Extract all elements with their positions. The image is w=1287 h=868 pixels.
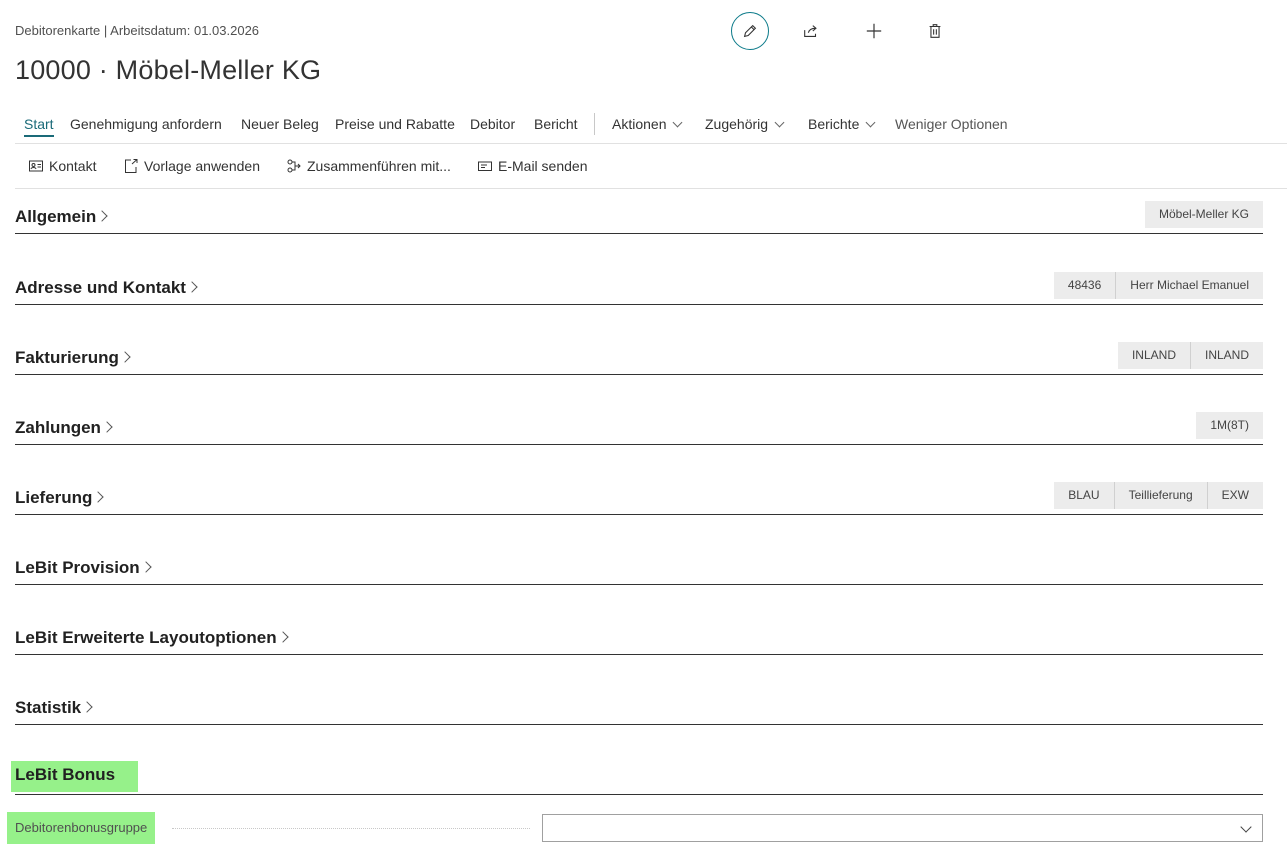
- section-title: Adresse und Kontakt: [15, 278, 186, 297]
- section-lieferung: Lieferung BLAU Teillieferung EXW: [15, 482, 1263, 515]
- section-adresse-kontakt-header[interactable]: Adresse und Kontakt: [15, 278, 198, 298]
- edit-button[interactable]: [731, 12, 769, 50]
- summary-badge: BLAU: [1054, 482, 1114, 509]
- chevron-down-icon: [673, 117, 683, 128]
- menu-divider: [594, 113, 595, 135]
- section-title: Allgemein: [15, 207, 97, 226]
- section-title: LeBit Provision: [15, 558, 140, 577]
- chevron-right-icon: [186, 281, 198, 293]
- chevron-down-icon: [1240, 821, 1252, 833]
- menu-zugehoerig[interactable]: Zugehörig: [705, 116, 785, 132]
- section-allgemein: Allgemein Möbel-Meller KG: [15, 201, 1263, 234]
- contact-icon: [29, 160, 43, 172]
- email-senden-button[interactable]: E-Mail senden: [477, 158, 588, 174]
- vorlage-anwenden-label: Vorlage anwenden: [144, 158, 260, 174]
- section-badges: INLAND INLAND: [1117, 342, 1263, 369]
- merge-icon: [287, 159, 301, 173]
- kontakt-label: Kontakt: [49, 158, 97, 174]
- email-icon: [478, 161, 492, 171]
- chevron-down-icon: [865, 117, 876, 128]
- section-badges: 48436 Herr Michael Emanuel: [1053, 272, 1263, 299]
- delete-button[interactable]: [916, 12, 954, 50]
- breadcrumb: Debitorenkarte | Arbeitsdatum: 01.03.202…: [15, 23, 260, 38]
- menu-start[interactable]: Start: [24, 116, 54, 137]
- section-lieferung-header[interactable]: Lieferung: [15, 488, 105, 508]
- action-menu: Start Genehmigung anfordern Neuer Beleg …: [15, 110, 1287, 144]
- menu-debitor[interactable]: Debitor: [470, 116, 515, 132]
- summary-badge: 48436: [1053, 272, 1116, 299]
- share-button[interactable]: [792, 12, 830, 50]
- section-lebit-provision-header[interactable]: LeBit Provision: [15, 558, 152, 578]
- summary-badge: INLAND: [1117, 342, 1190, 369]
- chevron-right-icon: [140, 561, 152, 573]
- menu-berichte-label: Berichte: [808, 116, 860, 132]
- section-title: Fakturierung: [15, 348, 119, 367]
- share-icon: [804, 25, 817, 37]
- summary-badge: 1M(8T): [1196, 412, 1263, 439]
- section-allgemein-header[interactable]: Allgemein: [15, 207, 108, 227]
- summary-badge: Möbel-Meller KG: [1144, 201, 1263, 228]
- section-lebit-provision: LeBit Provision: [15, 555, 1263, 585]
- summary-badge: EXW: [1206, 482, 1263, 509]
- chevron-down-icon: [774, 117, 785, 128]
- section-badges: Möbel-Meller KG: [1144, 201, 1263, 228]
- section-zahlungen: Zahlungen 1M(8T): [15, 412, 1263, 445]
- section-adresse-kontakt: Adresse und Kontakt 48436 Herr Michael E…: [15, 272, 1263, 305]
- section-badges: BLAU Teillieferung EXW: [1054, 482, 1263, 509]
- email-senden-label: E-Mail senden: [498, 158, 588, 174]
- page-title: 10000 · Möbel-Meller KG: [15, 55, 322, 85]
- section-title: Lieferung: [15, 488, 93, 507]
- summary-badge: INLAND: [1189, 342, 1263, 369]
- chevron-right-icon: [81, 701, 93, 713]
- template-icon: [125, 159, 138, 173]
- summary-badge: Teillieferung: [1113, 482, 1207, 509]
- debitorenbonusgruppe-label: Debitorenbonusgruppe: [7, 812, 156, 844]
- section-zahlungen-header[interactable]: Zahlungen: [15, 418, 113, 438]
- zusammenfuehren-button[interactable]: Zusammenführen mit...: [286, 158, 451, 174]
- promoted-actions-bar: Kontakt Vorlage anwenden Zusammenführen …: [15, 144, 1287, 189]
- delete-icon: [929, 24, 941, 38]
- menu-weniger-optionen[interactable]: Weniger Optionen: [895, 116, 1008, 132]
- menu-zugehoerig-label: Zugehörig: [705, 116, 769, 132]
- new-button[interactable]: [855, 12, 893, 50]
- summary-badge: Herr Michael Emanuel: [1115, 272, 1263, 299]
- field-leader-dots: [172, 828, 530, 829]
- section-lebit-bonus: LeBit Bonus: [11, 761, 1263, 795]
- chevron-right-icon: [92, 491, 105, 503]
- section-title: LeBit Erweiterte Layoutoptionen: [15, 628, 277, 647]
- section-lebit-bonus-header[interactable]: LeBit Bonus: [11, 761, 139, 792]
- section-fakturierung: Fakturierung INLAND INLAND: [15, 342, 1263, 375]
- vorlage-anwenden-button[interactable]: Vorlage anwenden: [123, 158, 260, 174]
- chevron-right-icon: [119, 351, 131, 363]
- menu-preise-rabatte[interactable]: Preise und Rabatte: [335, 116, 455, 132]
- plus-icon: [866, 23, 882, 39]
- section-badges: 1M(8T): [1196, 412, 1263, 439]
- section-lebit-layoutoptionen-header[interactable]: LeBit Erweiterte Layoutoptionen: [15, 628, 289, 648]
- chevron-right-icon: [96, 210, 108, 222]
- section-fakturierung-header[interactable]: Fakturierung: [15, 348, 131, 368]
- section-title: Statistik: [15, 698, 82, 717]
- menu-berichte[interactable]: Berichte: [808, 116, 876, 132]
- debitorenbonusgruppe-select[interactable]: [542, 814, 1263, 842]
- section-statistik: Statistik: [15, 695, 1263, 725]
- chevron-right-icon: [276, 631, 289, 643]
- edit-icon: [743, 24, 757, 38]
- chevron-right-icon: [101, 421, 113, 433]
- menu-aktionen-label: Aktionen: [612, 116, 667, 132]
- menu-genehmigung[interactable]: Genehmigung anfordern: [70, 116, 222, 132]
- menu-bericht[interactable]: Bericht: [534, 116, 578, 132]
- zusammenfuehren-label: Zusammenführen mit...: [307, 158, 451, 174]
- section-title: Zahlungen: [15, 418, 101, 437]
- section-lebit-layoutoptionen: LeBit Erweiterte Layoutoptionen: [15, 625, 1263, 655]
- kontakt-button[interactable]: Kontakt: [28, 158, 96, 174]
- menu-aktionen[interactable]: Aktionen: [612, 116, 683, 132]
- section-statistik-header[interactable]: Statistik: [15, 698, 93, 718]
- menu-neuer-beleg[interactable]: Neuer Beleg: [241, 116, 319, 132]
